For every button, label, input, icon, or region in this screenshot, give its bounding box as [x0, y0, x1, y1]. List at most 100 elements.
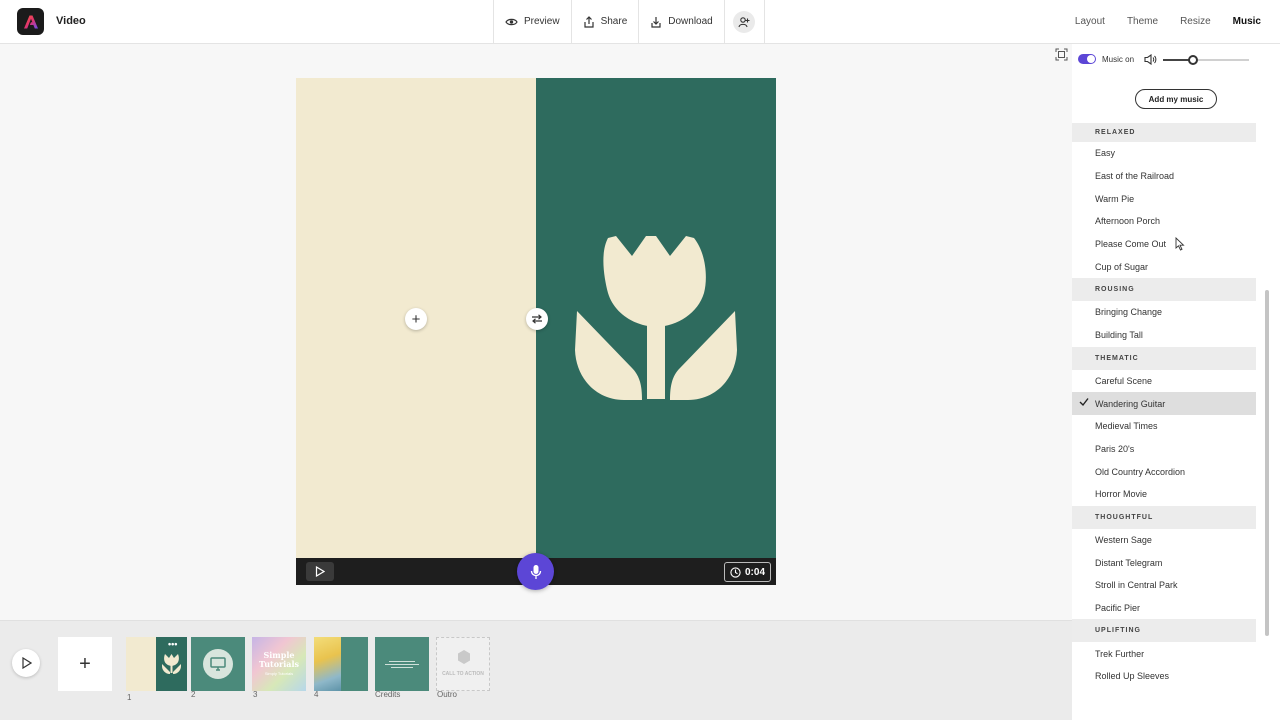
slide-options-icon[interactable]: •••	[168, 639, 177, 649]
tulip-icon	[575, 236, 737, 400]
music-track-item[interactable]: Easy	[1072, 142, 1256, 165]
music-track-item[interactable]: Horror Movie	[1072, 483, 1256, 506]
timeline-slide-credits[interactable]	[375, 637, 429, 691]
music-track-item[interactable]: Stroll in Central Park	[1072, 574, 1256, 597]
play-all-button[interactable]	[12, 649, 40, 677]
music-toggle-label: Music on	[1102, 54, 1135, 64]
category-header-thoughtful: THOUGHTFUL	[1072, 505, 1256, 529]
design-tabs: Layout Theme Resize Music	[1053, 0, 1261, 43]
timeline-slide-label: 3	[253, 690, 258, 699]
add-my-music-button[interactable]: Add my music	[1135, 89, 1217, 109]
music-track-item[interactable]: Old Country Accordion	[1072, 460, 1256, 483]
slide-duration-button[interactable]: 0:04	[724, 562, 771, 582]
volume-control	[1144, 54, 1249, 65]
tab-theme[interactable]: Theme	[1127, 16, 1158, 27]
music-track-label: Afternoon Porch	[1095, 216, 1161, 227]
invite-avatar	[733, 10, 756, 33]
timeline-slide-label: 1	[127, 693, 132, 702]
top-actions: Preview Share Download	[493, 0, 765, 43]
record-voice-button[interactable]	[517, 553, 554, 590]
download-button[interactable]: Download	[639, 0, 725, 43]
music-track-item[interactable]: Western Sage	[1072, 529, 1256, 552]
music-track-label: Trek Further	[1095, 648, 1145, 659]
volume-slider-handle[interactable]	[1188, 54, 1199, 65]
timeline-slide-1[interactable]: •••	[126, 637, 187, 691]
music-track-label: Medieval Times	[1095, 421, 1158, 432]
music-track-item[interactable]: Trek Further	[1072, 642, 1256, 665]
add-slide-button[interactable]: +	[58, 637, 112, 691]
preview-label: Preview	[524, 16, 560, 27]
plus-icon: +	[411, 310, 421, 328]
timeline-slide-3[interactable]: Simple Tutorials Simply Tutorials	[252, 637, 306, 691]
category-header-relaxed: RELAXED	[1072, 123, 1256, 142]
invite-collaborator-button[interactable]	[725, 0, 765, 43]
music-track-item[interactable]: Medieval Times	[1072, 415, 1256, 438]
download-icon	[651, 16, 661, 28]
music-track-label: Bringing Change	[1095, 307, 1163, 318]
play-slide-button[interactable]	[306, 562, 334, 581]
swap-arrows-icon	[532, 314, 542, 324]
music-track-item[interactable]: Careful Scene	[1072, 370, 1256, 393]
music-track-item[interactable]: Warm Pie	[1072, 187, 1256, 210]
music-track-label: Horror Movie	[1095, 489, 1148, 500]
checkmark-icon	[1079, 398, 1089, 407]
music-track-label: Old Country Accordion	[1095, 466, 1186, 477]
app-logo[interactable]	[17, 8, 44, 35]
music-track-label: Western Sage	[1095, 534, 1152, 545]
fit-screen-icon[interactable]	[1055, 48, 1068, 61]
music-toggle[interactable]	[1078, 54, 1096, 64]
clock-icon	[730, 566, 741, 578]
mouse-cursor-icon	[1175, 237, 1185, 251]
timeline-slide-outro[interactable]: CALL TO ACTION	[436, 637, 490, 691]
music-track-label: Warm Pie	[1095, 193, 1135, 204]
music-list-scrollbar[interactable]	[1265, 290, 1269, 636]
music-track-item[interactable]: Bringing Change	[1072, 301, 1256, 324]
thumb-monitor-badge	[203, 649, 233, 679]
tab-music[interactable]: Music	[1233, 16, 1261, 27]
thumb-text-line	[385, 664, 419, 665]
music-track-item[interactable]: Distant Telegram	[1072, 551, 1256, 574]
music-track-label: Cup of Sugar	[1095, 261, 1149, 272]
music-track-item[interactable]: East of the Railroad	[1072, 165, 1256, 188]
volume-icon[interactable]	[1144, 54, 1157, 65]
music-track-label: Rolled Up Sleeves	[1095, 671, 1170, 682]
thumb-text-line	[391, 667, 413, 668]
preview-button[interactable]: Preview	[494, 0, 572, 43]
thumb-title: Simple Tutorials	[258, 650, 300, 669]
thumb-left-half	[126, 637, 156, 691]
music-track-item[interactable]: Rolled Up Sleeves	[1072, 665, 1256, 688]
music-track-item[interactable]: Please Come Out	[1072, 233, 1256, 256]
timeline-slide-2[interactable]	[191, 637, 245, 691]
volume-slider[interactable]	[1163, 54, 1249, 65]
monitor-icon	[210, 657, 226, 671]
music-track-item[interactable]: Pacific Pier	[1072, 597, 1256, 620]
timeline: + ••• 1 2 Simple Tutorials Simply Tutori…	[0, 620, 1072, 720]
slide-right-panel[interactable]	[536, 78, 776, 558]
add-media-button[interactable]: +	[405, 308, 427, 330]
share-button[interactable]: Share	[572, 0, 640, 43]
music-track-item[interactable]: Cup of Sugar	[1072, 255, 1256, 278]
tab-resize[interactable]: Resize	[1180, 16, 1211, 27]
music-track-label: East of the Railroad	[1095, 171, 1175, 182]
music-track-item[interactable]: Building Tall	[1072, 324, 1256, 347]
category-header-uplifting: UPLIFTING	[1072, 619, 1256, 643]
play-icon	[315, 566, 325, 577]
thumb-placeholder-text: CALL TO ACTION	[442, 671, 484, 677]
music-track-label: Pacific Pier	[1095, 603, 1141, 614]
category-header-thematic: THEMATIC	[1072, 346, 1256, 370]
music-track-item[interactable]: Afternoon Porch	[1072, 210, 1256, 233]
music-track-label: Easy	[1095, 148, 1116, 159]
thumb-photo	[314, 637, 341, 691]
plus-icon: +	[79, 652, 91, 675]
music-track-item[interactable]: Paris 20's	[1072, 438, 1256, 461]
music-track-item[interactable]: Wandering Guitar	[1072, 392, 1256, 415]
swap-layout-button[interactable]	[526, 308, 548, 330]
timeline-slide-4[interactable]	[314, 637, 368, 691]
music-track-label: Careful Scene	[1095, 375, 1153, 386]
music-track-label: Distant Telegram	[1095, 557, 1163, 568]
music-track-label: Building Tall	[1095, 330, 1143, 341]
music-track-label: Paris 20's	[1095, 443, 1135, 454]
tab-layout[interactable]: Layout	[1075, 16, 1105, 27]
app-title: Video	[56, 15, 86, 27]
timeline-slide-label: Credits	[375, 690, 401, 699]
